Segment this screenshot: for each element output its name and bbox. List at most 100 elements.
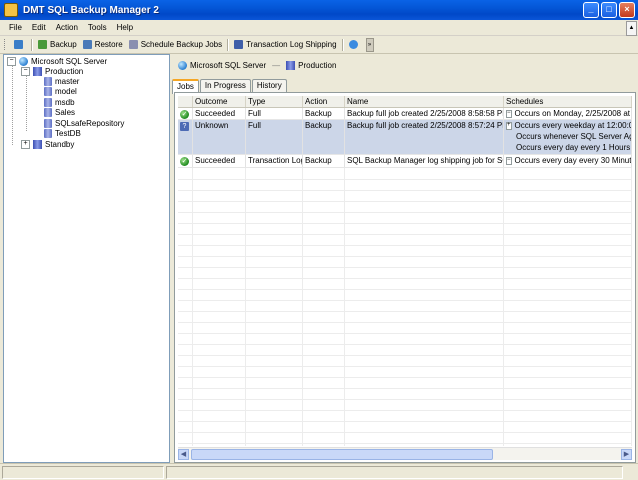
table-row[interactable]: ✓ Succeeded Full Backup Backup full job … bbox=[178, 108, 632, 120]
toolbar-separator bbox=[31, 38, 33, 51]
column-header-schedules[interactable]: Schedules bbox=[504, 96, 632, 107]
column-header-type[interactable]: Type bbox=[246, 96, 303, 107]
refresh-button[interactable] bbox=[11, 37, 29, 52]
menu-bar: File Edit Action Tools Help bbox=[0, 20, 638, 36]
toolbar-grip[interactable] bbox=[4, 39, 8, 50]
scroll-left-icon[interactable]: ◀ bbox=[178, 448, 189, 460]
status-cell: ? bbox=[178, 120, 193, 154]
menu-action[interactable]: Action bbox=[51, 23, 83, 32]
tree-node-database[interactable]: TestDB bbox=[44, 128, 81, 138]
database-icon bbox=[44, 128, 52, 138]
scrollbar-thumb[interactable] bbox=[191, 448, 493, 460]
tree-node-database[interactable]: master bbox=[44, 76, 79, 86]
empty-grid-cell bbox=[345, 443, 504, 446]
jobs-panel: Outcome Type Action Name Schedules ✓ Suc… bbox=[174, 92, 636, 463]
empty-grid-cell bbox=[303, 410, 345, 421]
expand-icon[interactable]: + bbox=[506, 121, 512, 130]
empty-grid-cell bbox=[178, 234, 193, 245]
empty-grid-cell bbox=[193, 223, 246, 234]
collapse-icon[interactable]: − bbox=[506, 156, 512, 165]
empty-grid-cell bbox=[303, 443, 345, 446]
table-row[interactable]: ✓ Succeeded Transaction Log Backup SQL B… bbox=[178, 155, 632, 168]
scroll-right-icon[interactable]: ▶ bbox=[621, 448, 632, 460]
outcome-cell: Succeeded bbox=[193, 155, 246, 167]
empty-grid-cell bbox=[303, 289, 345, 300]
empty-grid-cell bbox=[246, 223, 303, 234]
column-header-name[interactable]: Name bbox=[345, 96, 504, 107]
schedule-icon bbox=[128, 40, 138, 49]
tree-node-database[interactable]: Sales bbox=[44, 107, 75, 117]
jobs-grid[interactable]: Outcome Type Action Name Schedules ✓ Suc… bbox=[178, 96, 632, 446]
column-header-outcome[interactable]: Outcome bbox=[193, 96, 246, 107]
empty-grid-cell bbox=[504, 366, 632, 377]
empty-grid-cell bbox=[504, 399, 632, 410]
menu-file[interactable]: File bbox=[4, 23, 27, 32]
empty-grid-cell bbox=[303, 421, 345, 432]
collapse-icon[interactable]: − bbox=[506, 109, 512, 118]
maximize-button[interactable]: □ bbox=[601, 2, 617, 18]
toolbar-overflow-chevron-icon[interactable]: » bbox=[365, 37, 374, 52]
database-icon bbox=[44, 86, 52, 96]
collapse-icon[interactable]: − bbox=[7, 56, 16, 66]
empty-grid-cell bbox=[303, 366, 345, 377]
tab-in-progress[interactable]: In Progress bbox=[199, 79, 251, 92]
empty-grid-cell bbox=[193, 311, 246, 322]
menu-help[interactable]: Help bbox=[112, 23, 138, 32]
minimize-button[interactable]: _ bbox=[583, 2, 599, 18]
unknown-icon: ? bbox=[180, 121, 189, 131]
empty-grid-cell bbox=[504, 278, 632, 289]
horizontal-scrollbar[interactable]: ◀ ▶ bbox=[178, 447, 632, 460]
menu-edit[interactable]: Edit bbox=[27, 23, 51, 32]
tree-node-standby[interactable]: + Standby bbox=[21, 139, 74, 149]
tree-node-root[interactable]: − Microsoft SQL Server bbox=[7, 56, 107, 66]
resize-grip-icon[interactable] bbox=[626, 468, 636, 478]
toolbar: Backup Restore Schedule Backup Jobs Tran… bbox=[0, 36, 638, 54]
table-row[interactable]: ? Unknown Full Backup Backup full job cr… bbox=[178, 120, 632, 155]
expand-icon[interactable]: + bbox=[21, 139, 30, 149]
empty-grid-cell bbox=[246, 201, 303, 212]
status-cell: ✓ bbox=[178, 108, 193, 119]
empty-grid-cell bbox=[504, 410, 632, 421]
database-icon bbox=[44, 97, 52, 107]
empty-grid-cell bbox=[178, 399, 193, 410]
empty-grid-cell bbox=[303, 245, 345, 256]
schedule-backup-jobs-button[interactable]: Schedule Backup Jobs bbox=[126, 37, 225, 52]
menu-tools[interactable]: Tools bbox=[83, 23, 112, 32]
empty-grid-cell bbox=[246, 322, 303, 333]
close-button[interactable]: × bbox=[619, 2, 635, 18]
tree-node-label: Production bbox=[45, 66, 84, 76]
tree-node-production[interactable]: − Production bbox=[21, 66, 84, 76]
empty-grid-cell bbox=[504, 311, 632, 322]
empty-grid-cell bbox=[303, 267, 345, 278]
column-header-status[interactable] bbox=[178, 96, 193, 107]
tree-node-database[interactable]: model bbox=[44, 86, 77, 96]
breadcrumb-server[interactable]: Microsoft SQL Server bbox=[190, 61, 266, 70]
grid-header: Outcome Type Action Name Schedules bbox=[178, 96, 632, 108]
empty-grid-cell bbox=[178, 245, 193, 256]
server-group-icon bbox=[33, 66, 42, 76]
empty-grid-cell bbox=[246, 234, 303, 245]
empty-grid-cell bbox=[504, 245, 632, 256]
backup-button[interactable]: Backup bbox=[35, 37, 80, 52]
title-bar[interactable]: DMT SQL Backup Manager 2 _ □ × bbox=[0, 0, 638, 20]
backup-label: Backup bbox=[50, 40, 77, 49]
tree-node-database[interactable]: msdb bbox=[44, 97, 75, 107]
help-button[interactable] bbox=[346, 37, 364, 52]
empty-grid-cell bbox=[345, 333, 504, 344]
tab-history[interactable]: History bbox=[251, 79, 287, 92]
column-header-action[interactable]: Action bbox=[303, 96, 345, 107]
empty-grid-cell bbox=[178, 421, 193, 432]
transaction-log-shipping-button[interactable]: Transaction Log Shipping bbox=[231, 37, 339, 52]
empty-grid-cell bbox=[178, 355, 193, 366]
sql-server-icon bbox=[178, 60, 187, 70]
empty-grid-cell bbox=[303, 278, 345, 289]
empty-grid-cell bbox=[504, 201, 632, 212]
restore-button[interactable]: Restore bbox=[80, 37, 126, 52]
breadcrumb-group[interactable]: Production bbox=[298, 61, 336, 70]
backup-icon bbox=[38, 40, 47, 49]
server-tree[interactable]: − Microsoft SQL Server − Production mast… bbox=[3, 54, 170, 463]
schedule-label: Schedule Backup Jobs bbox=[140, 40, 223, 49]
collapse-icon[interactable]: − bbox=[21, 66, 30, 76]
tree-node-database[interactable]: SQLsafeRepository bbox=[44, 118, 124, 128]
mdi-scroll-icon[interactable]: ▲ bbox=[626, 21, 637, 36]
